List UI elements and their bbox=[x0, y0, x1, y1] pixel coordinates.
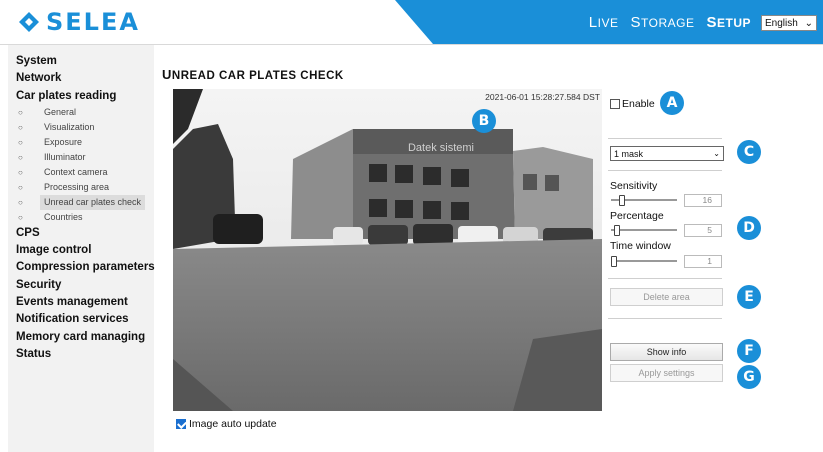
sidebar-subitem-general[interactable]: ○ General bbox=[8, 105, 154, 120]
building-sign: Datek sistemi bbox=[408, 142, 474, 154]
mask-select[interactable]: 1 mask ⌄ bbox=[610, 146, 724, 161]
divider bbox=[608, 138, 722, 139]
nav-setup[interactable]: SETUP bbox=[706, 14, 751, 31]
bullet-icon: ○ bbox=[18, 137, 23, 147]
language-value: English bbox=[765, 17, 798, 29]
sidebar-item-events-management[interactable]: Events management bbox=[8, 294, 154, 311]
enable-label: Enable bbox=[622, 98, 655, 110]
bullet-icon: ○ bbox=[18, 212, 23, 222]
bullet-icon: ○ bbox=[18, 107, 23, 117]
image-auto-update-checkbox[interactable] bbox=[176, 419, 186, 429]
sidebar: System Network Car plates reading ○ Gener… bbox=[8, 45, 155, 452]
sidebar-item-compression-parameters[interactable]: Compression parameters bbox=[8, 259, 155, 276]
badge-c: C bbox=[737, 140, 761, 164]
chevron-down-icon: ⌄ bbox=[804, 17, 813, 29]
sensitivity-slider[interactable] bbox=[611, 195, 677, 206]
time-window-slider[interactable] bbox=[611, 256, 677, 267]
sidebar-item-status[interactable]: Status bbox=[8, 346, 154, 363]
sidebar-item-car-plates-reading[interactable]: Car plates reading bbox=[8, 88, 154, 105]
time-window-label: Time window bbox=[610, 240, 671, 252]
logo-text: SELEA bbox=[46, 8, 140, 36]
slider-thumb[interactable] bbox=[611, 256, 617, 267]
image-auto-update[interactable]: Image auto update bbox=[176, 418, 277, 430]
sidebar-subitem-unread-car-plates-check[interactable]: ○ Unread car plates check bbox=[8, 194, 154, 210]
time-window-value[interactable]: 1 bbox=[684, 255, 722, 268]
logo-diamond-icon bbox=[19, 12, 39, 32]
sidebar-subitem-illuminator[interactable]: ○ Illuminator bbox=[8, 150, 154, 165]
sidebar-subitem-exposure[interactable]: ○ Exposure bbox=[8, 135, 154, 150]
sidebar-item-network[interactable]: Network bbox=[8, 70, 154, 87]
nav-live[interactable]: LIVE bbox=[589, 14, 619, 31]
bullet-icon: ○ bbox=[18, 152, 23, 162]
percentage-label: Percentage bbox=[610, 210, 664, 222]
header: SELEA LIVE STORAGE SETUP English ⌄ bbox=[0, 0, 823, 44]
sidebar-subitem-context-camera[interactable]: ○ Context camera bbox=[8, 165, 154, 180]
sensitivity-value[interactable]: 16 bbox=[684, 194, 722, 207]
divider bbox=[608, 278, 722, 279]
sidebar-item-memory-card-managing[interactable]: Memory card managing bbox=[8, 329, 154, 346]
delete-area-button[interactable]: Delete area bbox=[610, 288, 723, 306]
bullet-icon: ○ bbox=[18, 182, 23, 192]
sidebar-item-notification-services[interactable]: Notification services bbox=[8, 311, 154, 328]
badge-f: F bbox=[737, 339, 761, 363]
logo: SELEA bbox=[18, 8, 140, 36]
percentage-slider[interactable] bbox=[611, 225, 677, 236]
badge-e: E bbox=[737, 285, 761, 309]
badge-b: B bbox=[472, 109, 496, 133]
badge-a: A bbox=[660, 91, 684, 115]
camera-image: Datek sistemi bbox=[173, 89, 602, 411]
apply-settings-button[interactable]: Apply settings bbox=[610, 364, 723, 382]
nav-storage[interactable]: STORAGE bbox=[630, 14, 694, 31]
sidebar-item-cps[interactable]: CPS bbox=[8, 225, 154, 242]
show-info-button[interactable]: Show info bbox=[610, 343, 723, 361]
slider-thumb[interactable] bbox=[614, 225, 620, 236]
sidebar-item-security[interactable]: Security bbox=[8, 277, 154, 294]
image-auto-update-label: Image auto update bbox=[189, 418, 277, 430]
sensitivity-label: Sensitivity bbox=[610, 180, 658, 192]
sidebar-item-image-control[interactable]: Image control bbox=[8, 242, 154, 259]
bullet-icon: ○ bbox=[18, 122, 23, 132]
sidebar-subitem-processing-area[interactable]: ○ Processing area bbox=[8, 180, 154, 195]
sidebar-subitem-countries[interactable]: ○ Countries bbox=[8, 210, 154, 225]
enable-checkbox[interactable] bbox=[610, 99, 620, 109]
camera-timestamp: 2021-06-01 15:28:27.584 DST bbox=[485, 92, 600, 102]
language-select[interactable]: English ⌄ bbox=[761, 15, 817, 31]
mask-select-value: 1 mask bbox=[614, 148, 644, 159]
page-title: UNREAD CAR PLATES CHECK bbox=[162, 67, 344, 82]
sidebar-item-system[interactable]: System bbox=[8, 53, 154, 70]
badge-d: D bbox=[737, 216, 761, 240]
divider bbox=[608, 318, 722, 319]
percentage-value[interactable]: 5 bbox=[684, 224, 722, 237]
bullet-icon: ○ bbox=[18, 197, 23, 207]
badge-g: G bbox=[737, 365, 761, 389]
chevron-down-icon: ⌄ bbox=[713, 149, 720, 158]
enable-control[interactable]: Enable bbox=[610, 98, 655, 110]
bullet-icon: ○ bbox=[18, 167, 23, 177]
top-nav: LIVE STORAGE SETUP bbox=[589, 14, 751, 31]
slider-thumb[interactable] bbox=[619, 195, 625, 206]
sidebar-subitem-visualization[interactable]: ○ Visualization bbox=[8, 120, 154, 135]
camera-view[interactable]: Datek sistemi 2021-06-01 15:28:27.584 DS… bbox=[173, 89, 602, 411]
setup-page: SELEA LIVE STORAGE SETUP English ⌄ Syste… bbox=[0, 0, 823, 452]
divider bbox=[608, 170, 722, 171]
